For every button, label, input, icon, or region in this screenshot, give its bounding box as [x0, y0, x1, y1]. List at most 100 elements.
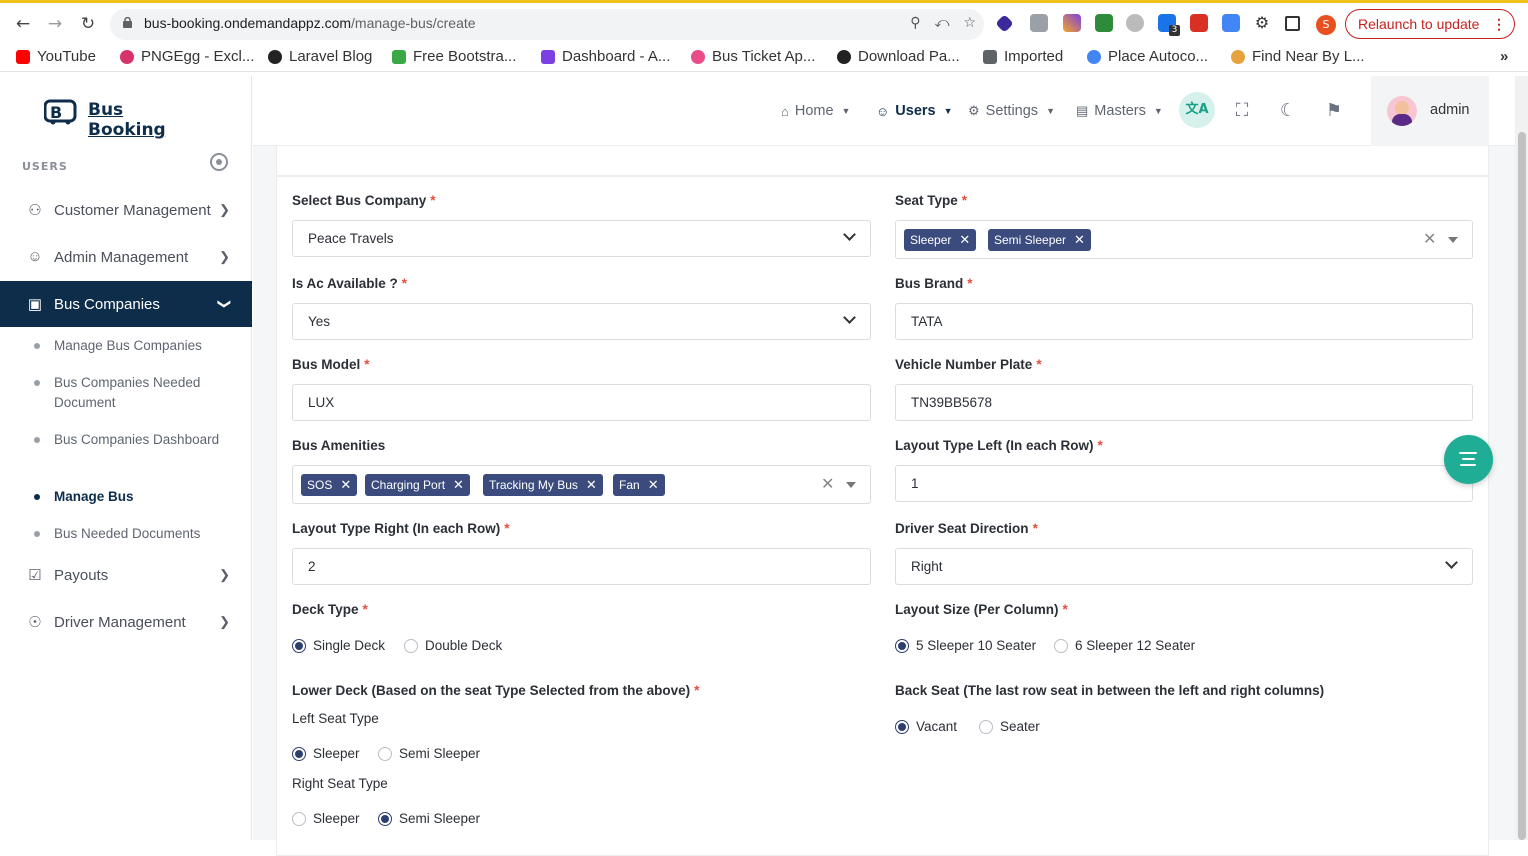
layout-size-6-radio[interactable]: 6 Sleeper 12 Seater	[1054, 638, 1195, 653]
chevron-down-icon	[1445, 556, 1458, 569]
sidebar-subitem-bus-companies-dashboard[interactable]: Bus Companies Dashboard	[34, 430, 234, 450]
left-seat-sleeper-radio[interactable]: Sleeper	[292, 746, 360, 761]
sidebar-subitem-bus-companies-needed-document[interactable]: Bus Companies Needed Document	[34, 373, 234, 413]
key-icon[interactable]: ⚲	[910, 15, 920, 31]
sidebar-subitem-manage-bus[interactable]: Manage Bus	[34, 487, 234, 507]
lower-deck-label: Lower Deck (Based on the seat Type Selec…	[292, 683, 700, 698]
logo[interactable]: B Bus Booking	[44, 96, 194, 140]
menu-dots-icon[interactable]: ⋮	[1492, 10, 1506, 38]
clear-all-icon[interactable]: ✕	[1423, 229, 1436, 248]
user-menu[interactable]: admin	[1371, 76, 1489, 146]
reload-icon[interactable]: ↻	[77, 13, 99, 35]
puzzle-icon[interactable]: ⚙	[1253, 14, 1271, 32]
sidebar-item-admin-management[interactable]: ☺ Admin Management ❯	[0, 234, 252, 280]
youtube-icon	[16, 49, 30, 64]
bookmark-dashboard[interactable]: Dashboard - A...	[541, 48, 670, 65]
sidebar-subitem-manage-bus-companies[interactable]: Manage Bus Companies	[34, 336, 234, 356]
sidebar-item-bus-companies[interactable]: ▣ Bus Companies ❯	[0, 281, 252, 327]
bookmark-find-near[interactable]: Find Near By L...	[1231, 48, 1365, 65]
globe-extension-icon[interactable]	[1126, 14, 1144, 32]
caret-down-icon[interactable]	[1448, 237, 1458, 243]
amenity-tag[interactable]: SOS ✕	[301, 474, 358, 496]
amenity-tag[interactable]: Charging Port ✕	[365, 474, 470, 496]
ac-select[interactable]: Yes	[292, 303, 871, 340]
sidebar-item-customer-management[interactable]: ⚇ Customer Management ❯	[0, 187, 252, 233]
brand-input[interactable]: TATA	[895, 303, 1473, 340]
amenities-multiselect[interactable]: SOS ✕ Charging Port ✕ Tracking My Bus ✕ Fan…	[292, 465, 871, 504]
back-icon[interactable]: ←	[12, 13, 34, 35]
remove-tag-icon[interactable]: ✕	[1074, 232, 1085, 247]
forward-icon[interactable]: →	[44, 13, 66, 35]
bookmark-pngegg[interactable]: PNGEgg - Excl...	[120, 48, 254, 65]
seat-type-tag[interactable]: Semi Sleeper ✕	[988, 229, 1091, 251]
caret-down-icon[interactable]	[846, 482, 856, 488]
bookmarks-overflow-icon[interactable]: »	[1500, 48, 1508, 65]
chevron-right-icon: ❯	[219, 614, 230, 629]
bookmark-place-autocomplete[interactable]: Place Autoco...	[1087, 48, 1208, 65]
plate-input[interactable]: TN39BB5678	[895, 384, 1473, 421]
bookmark-download[interactable]: Download Pa...	[837, 48, 960, 65]
sidebar-item-payouts[interactable]: ☑ Payouts ❯	[0, 552, 252, 598]
right-seat-semi-sleeper-radio[interactable]: Semi Sleeper	[378, 811, 480, 826]
back-seat-vacant-radio[interactable]: Vacant	[895, 719, 957, 734]
seat-type-tag[interactable]: Sleeper ✕	[904, 229, 977, 251]
nav-settings[interactable]: ⚙ Settings ▼	[968, 103, 1055, 119]
sidebar-toggle-icon[interactable]	[210, 153, 228, 171]
address-bar[interactable]: bus-booking.ondemandappz.com/manage-bus/…	[110, 9, 984, 40]
bookmark-bus-ticket[interactable]: Bus Ticket Ap...	[691, 48, 815, 65]
share-icon[interactable]: ⤺	[934, 15, 949, 31]
remove-tag-icon[interactable]: ✕	[959, 232, 970, 247]
model-input[interactable]: LUX	[292, 384, 871, 421]
sidepanel-icon[interactable]	[1285, 16, 1300, 31]
star-icon[interactable]: ☆	[963, 15, 976, 31]
bookmark-laravel[interactable]: Laravel Blog	[268, 48, 372, 65]
bootstrap-icon	[392, 49, 406, 64]
right-seat-sleeper-radio[interactable]: Sleeper	[292, 811, 360, 826]
screen-extension-icon[interactable]	[1222, 14, 1240, 32]
users-group-icon: ⚇	[28, 202, 42, 219]
amenity-tag[interactable]: Tracking My Bus ✕	[483, 474, 603, 496]
bookmark-imported[interactable]: Imported	[983, 48, 1063, 65]
remove-tag-icon[interactable]: ✕	[340, 477, 351, 492]
sidebar-item-driver-management[interactable]: ☉ Driver Management ❯	[0, 599, 252, 645]
nav-home[interactable]: ⌂ Home ▼	[781, 103, 850, 119]
extension-icon[interactable]	[995, 14, 1014, 33]
bus-company-select[interactable]: Peace Travels	[292, 220, 871, 257]
color-picker-extension-icon[interactable]	[1063, 14, 1081, 32]
deck-single-radio[interactable]: Single Deck	[292, 638, 385, 653]
download-extension-icon[interactable]	[1095, 14, 1113, 32]
profile-avatar[interactable]: S	[1316, 15, 1336, 35]
amenity-tag[interactable]: Fan ✕	[613, 474, 665, 496]
sidebar-item-label: Admin Management	[54, 248, 189, 266]
layout-right-input[interactable]: 2	[292, 548, 871, 585]
customizer-fab-button[interactable]	[1444, 435, 1493, 484]
pngegg-icon	[120, 49, 134, 64]
clear-all-icon[interactable]: ✕	[821, 474, 834, 493]
badge-extension-icon[interactable]: 3	[1158, 14, 1180, 36]
fullscreen-icon[interactable]: ⛶	[1231, 100, 1253, 122]
remove-tag-icon[interactable]: ✕	[586, 477, 597, 492]
sidebar-subitem-bus-needed-documents[interactable]: Bus Needed Documents	[34, 524, 234, 544]
nav-masters[interactable]: ▤ Masters ▼	[1076, 103, 1163, 119]
camera-extension-icon[interactable]	[1030, 14, 1048, 32]
relaunch-button[interactable]: Relaunch to update ⋮	[1345, 9, 1515, 39]
nav-users[interactable]: ☺ Users ▼	[876, 103, 953, 119]
driver-direction-select[interactable]: Right	[895, 548, 1473, 585]
page-scrollbar[interactable]	[1515, 76, 1528, 840]
seat-type-multiselect[interactable]: Sleeper ✕ Semi Sleeper ✕ ✕	[895, 220, 1473, 259]
dark-mode-icon[interactable]: ☾	[1277, 100, 1299, 122]
bookmark-bootstrap[interactable]: Free Bootstra...	[392, 48, 516, 65]
remove-tag-icon[interactable]: ✕	[453, 477, 464, 492]
deck-double-radio[interactable]: Double Deck	[404, 638, 502, 653]
bell-icon[interactable]: ⚑	[1323, 100, 1345, 122]
translate-icon[interactable]: 文A	[1179, 92, 1215, 128]
layout-left-input[interactable]: 1	[895, 465, 1473, 502]
bookmark-youtube[interactable]: YouTube	[16, 48, 96, 65]
back-seat-seater-radio[interactable]: Seater	[979, 719, 1040, 734]
radio-selected	[895, 719, 909, 734]
layout-size-5-radio[interactable]: 5 Sleeper 10 Seater	[895, 638, 1036, 653]
scrollbar-thumb[interactable]	[1518, 132, 1526, 840]
remove-tag-icon[interactable]: ✕	[648, 477, 659, 492]
left-seat-semi-sleeper-radio[interactable]: Semi Sleeper	[378, 746, 480, 761]
video-extension-icon[interactable]	[1190, 14, 1208, 32]
